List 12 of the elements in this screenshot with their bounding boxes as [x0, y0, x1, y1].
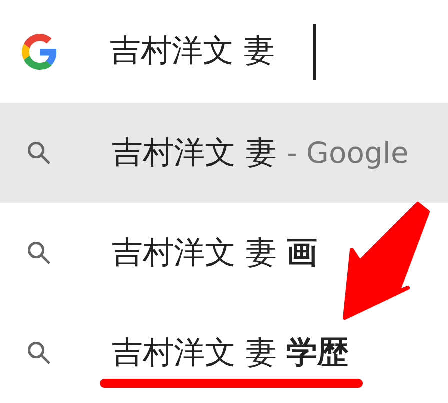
suggestion-source: - Google	[286, 134, 409, 172]
suggestion-item[interactable]: 吉村洋文 妻 - Google	[0, 103, 448, 203]
search-field[interactable]: 吉村洋文 妻	[0, 0, 448, 103]
search-icon	[26, 340, 52, 366]
google-logo-icon	[22, 34, 58, 70]
suggestion-text: 吉村洋文 妻 画	[112, 234, 318, 273]
search-icon	[26, 240, 52, 266]
search-query: 吉村洋文 妻	[110, 32, 275, 72]
suggestion-text: 吉村洋文 妻	[112, 134, 277, 173]
search-icon	[26, 140, 52, 166]
text-cursor	[312, 24, 316, 80]
suggestion-text: 吉村洋文 妻 学歴	[112, 334, 349, 373]
